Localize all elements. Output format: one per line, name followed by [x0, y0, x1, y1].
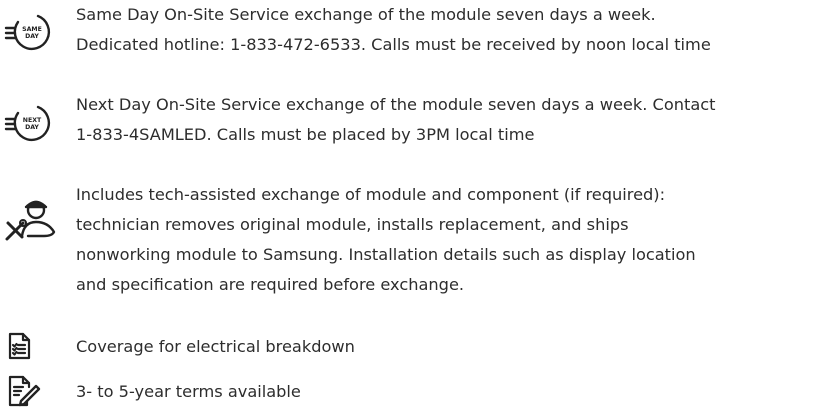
text-line: Dedicated hotline: 1-833-472-6533. Calls…: [76, 35, 711, 54]
same-day-icon-word-1: SAME: [22, 26, 42, 33]
text-line: technician removes original module, inst…: [76, 215, 629, 234]
feature-same-day: SAME DAY Same Day On-Site Service exchan…: [0, 0, 828, 60]
feature-next-day: NEXT DAY Next Day On-Site Service exchan…: [0, 90, 828, 150]
feature-same-day-text: Same Day On-Site Service exchange of the…: [76, 0, 711, 60]
same-day-clock-icon: SAME DAY: [4, 14, 51, 51]
next-day-clock-icon: NEXT DAY: [4, 105, 51, 142]
service-feature-list: SAME DAY Same Day On-Site Service exchan…: [0, 0, 828, 418]
text-line: 1-833-4SAMLED. Calls must be placed by 3…: [76, 125, 535, 144]
feature-coverage-text: Coverage for electrical breakdown: [76, 332, 355, 362]
text-line: and specification are required before ex…: [76, 275, 465, 294]
feature-terms-text: 3- to 5-year terms available: [76, 377, 301, 407]
next-day-icon-word-1: NEXT: [23, 117, 42, 124]
feature-next-day-text: Next Day On-Site Service exchange of the…: [76, 90, 716, 150]
text-line: Next Day On-Site Service exchange of the…: [76, 95, 716, 114]
next-day-icon-word-2: DAY: [25, 124, 39, 131]
feature-tech-assisted-text: Includes tech-assisted exchange of modul…: [76, 180, 696, 300]
text-line: Same Day On-Site Service exchange of the…: [76, 5, 656, 24]
text-line: 3- to 5-year terms available: [76, 382, 301, 401]
feature-tech-assisted: Includes tech-assisted exchange of modul…: [0, 180, 828, 300]
same-day-icon-word-2: DAY: [25, 33, 39, 40]
technician-tools-icon: [5, 200, 56, 241]
text-line: Coverage for electrical breakdown: [76, 337, 355, 356]
text-line: Includes tech-assisted exchange of modul…: [76, 185, 666, 204]
feature-coverage: Coverage for electrical breakdown: [0, 330, 828, 362]
document-checklist-icon: [8, 332, 31, 360]
feature-terms: 3- to 5-year terms available: [0, 373, 828, 413]
document-edit-icon: [8, 375, 41, 407]
text-line: nonworking module to Samsung. Installati…: [76, 245, 696, 264]
